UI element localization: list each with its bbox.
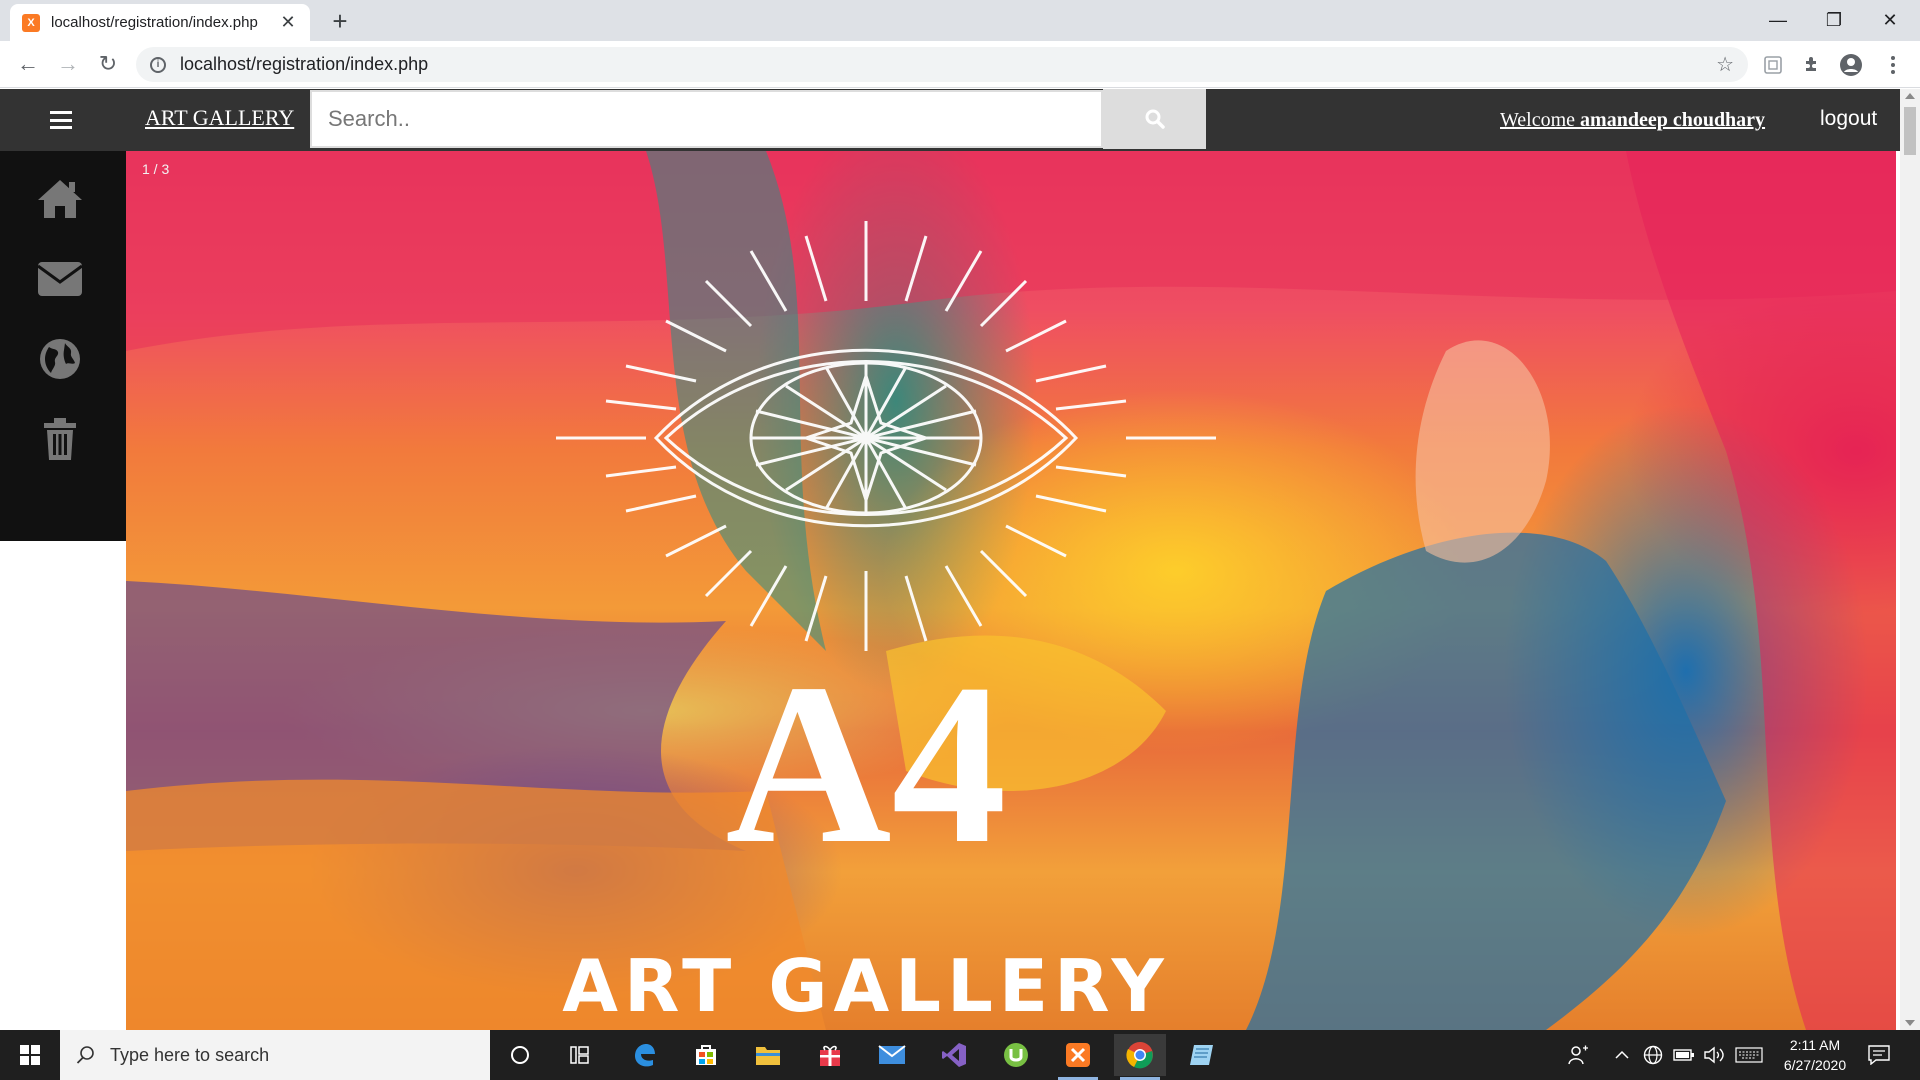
clock-time: 2:11 AM	[1789, 1037, 1841, 1053]
welcome-user-link[interactable]: Welcome amandeep choudhary	[1500, 109, 1765, 132]
extensions-puzzle-icon[interactable]	[1799, 52, 1825, 78]
search-button[interactable]	[1103, 89, 1206, 149]
battery-icon[interactable]	[1673, 1030, 1695, 1080]
info-icon[interactable]: i	[150, 56, 166, 73]
windows-logo-icon	[20, 1045, 40, 1065]
search-icon	[76, 1046, 94, 1064]
xampp-icon[interactable]	[1052, 1034, 1104, 1080]
logo-wordmark: ART GALLERY	[562, 944, 1170, 1028]
network-globe-icon[interactable]	[1643, 1030, 1663, 1080]
gallery-slideshow: A4 ART GALLERY 1 / 3	[126, 151, 1896, 1030]
abstract-painting-image: A4 ART GALLERY	[126, 151, 1896, 1030]
browser-toolbar: ← → ↻ i localhost/registration/index.php…	[0, 41, 1920, 88]
scroll-up-arrow-icon[interactable]	[1905, 93, 1915, 99]
search-input[interactable]	[312, 92, 1101, 146]
chrome-icon[interactable]	[1114, 1034, 1166, 1080]
slide-counter: 1 / 3	[142, 161, 170, 177]
edge-browser-icon[interactable]	[618, 1034, 670, 1076]
hamburger-menu-icon[interactable]	[50, 111, 72, 129]
reload-button[interactable]: ↻	[92, 48, 124, 80]
notepad-icon[interactable]	[1176, 1034, 1228, 1076]
new-tab-button[interactable]: +	[325, 6, 355, 36]
scroll-down-arrow-icon[interactable]	[1905, 1020, 1915, 1026]
extension-icon[interactable]	[1760, 52, 1786, 78]
volume-icon[interactable]	[1703, 1030, 1725, 1080]
scrollbar-thumb[interactable]	[1904, 107, 1916, 155]
windows-taskbar: Type here to search 2:11 AM 6/27/2020	[0, 1030, 1920, 1080]
utorrent-icon[interactable]	[990, 1034, 1042, 1076]
welcome-prefix: Welcome	[1500, 109, 1581, 131]
back-button[interactable]: ←	[12, 48, 44, 80]
forward-button[interactable]: →	[52, 48, 84, 80]
visual-studio-icon[interactable]	[928, 1034, 980, 1076]
url-text: localhost/registration/index.php	[180, 54, 429, 74]
mail-icon[interactable]	[866, 1034, 918, 1076]
envelope-icon[interactable]	[32, 251, 88, 307]
browser-tab[interactable]: X localhost/registration/index.php ✕	[10, 4, 310, 41]
minimize-button[interactable]: —	[1750, 0, 1806, 41]
icon-sidebar	[0, 151, 126, 541]
microsoft-store-icon[interactable]	[680, 1034, 732, 1076]
taskbar-clock[interactable]: 2:11 AM 6/27/2020	[1770, 1035, 1860, 1075]
address-bar[interactable]: i localhost/registration/index.php ☆	[136, 47, 1748, 82]
gift-app-icon[interactable]	[804, 1034, 856, 1076]
window-close-button[interactable]: ✕	[1862, 0, 1918, 41]
clock-date: 6/27/2020	[1783, 1057, 1847, 1073]
globe-icon[interactable]	[32, 331, 88, 387]
task-view-icon[interactable]	[555, 1034, 607, 1076]
action-center-icon[interactable]	[1868, 1030, 1890, 1080]
taskbar-search-box[interactable]: Type here to search	[60, 1030, 490, 1080]
site-search-field[interactable]	[310, 90, 1103, 148]
home-icon[interactable]	[32, 171, 88, 227]
search-icon	[1145, 109, 1165, 129]
logo-mark: A4	[725, 636, 1006, 891]
page-viewport: ART GALLERY Welcome amandeep choudhary l…	[0, 89, 1920, 1030]
trash-icon[interactable]	[32, 411, 88, 467]
tab-close-icon[interactable]: ✕	[278, 12, 298, 33]
restore-button[interactable]: ❐	[1806, 0, 1862, 41]
profile-avatar-icon[interactable]	[1838, 52, 1864, 78]
tray-overflow-chevron-icon[interactable]	[1615, 1030, 1629, 1080]
start-button[interactable]	[0, 1030, 60, 1080]
browser-menu-icon[interactable]	[1880, 52, 1906, 78]
browser-tabstrip: X localhost/registration/index.php ✕ + —…	[0, 0, 1920, 41]
tab-title: localhost/registration/index.php	[51, 14, 258, 31]
taskbar-search-placeholder: Type here to search	[110, 1044, 270, 1065]
username: amandeep choudhary	[1580, 109, 1766, 131]
people-icon[interactable]	[1568, 1030, 1590, 1080]
cortana-icon[interactable]	[494, 1034, 546, 1076]
file-explorer-icon[interactable]	[742, 1034, 794, 1076]
keyboard-icon[interactable]	[1735, 1030, 1763, 1080]
logout-link[interactable]: logout	[1820, 107, 1877, 131]
site-brand-link[interactable]: ART GALLERY	[145, 105, 294, 131]
xampp-favicon-icon: X	[22, 13, 40, 32]
bookmark-star-icon[interactable]: ☆	[1716, 52, 1734, 77]
page-scrollbar[interactable]	[1900, 89, 1920, 1030]
site-top-navbar: ART GALLERY Welcome amandeep choudhary l…	[0, 89, 1900, 151]
